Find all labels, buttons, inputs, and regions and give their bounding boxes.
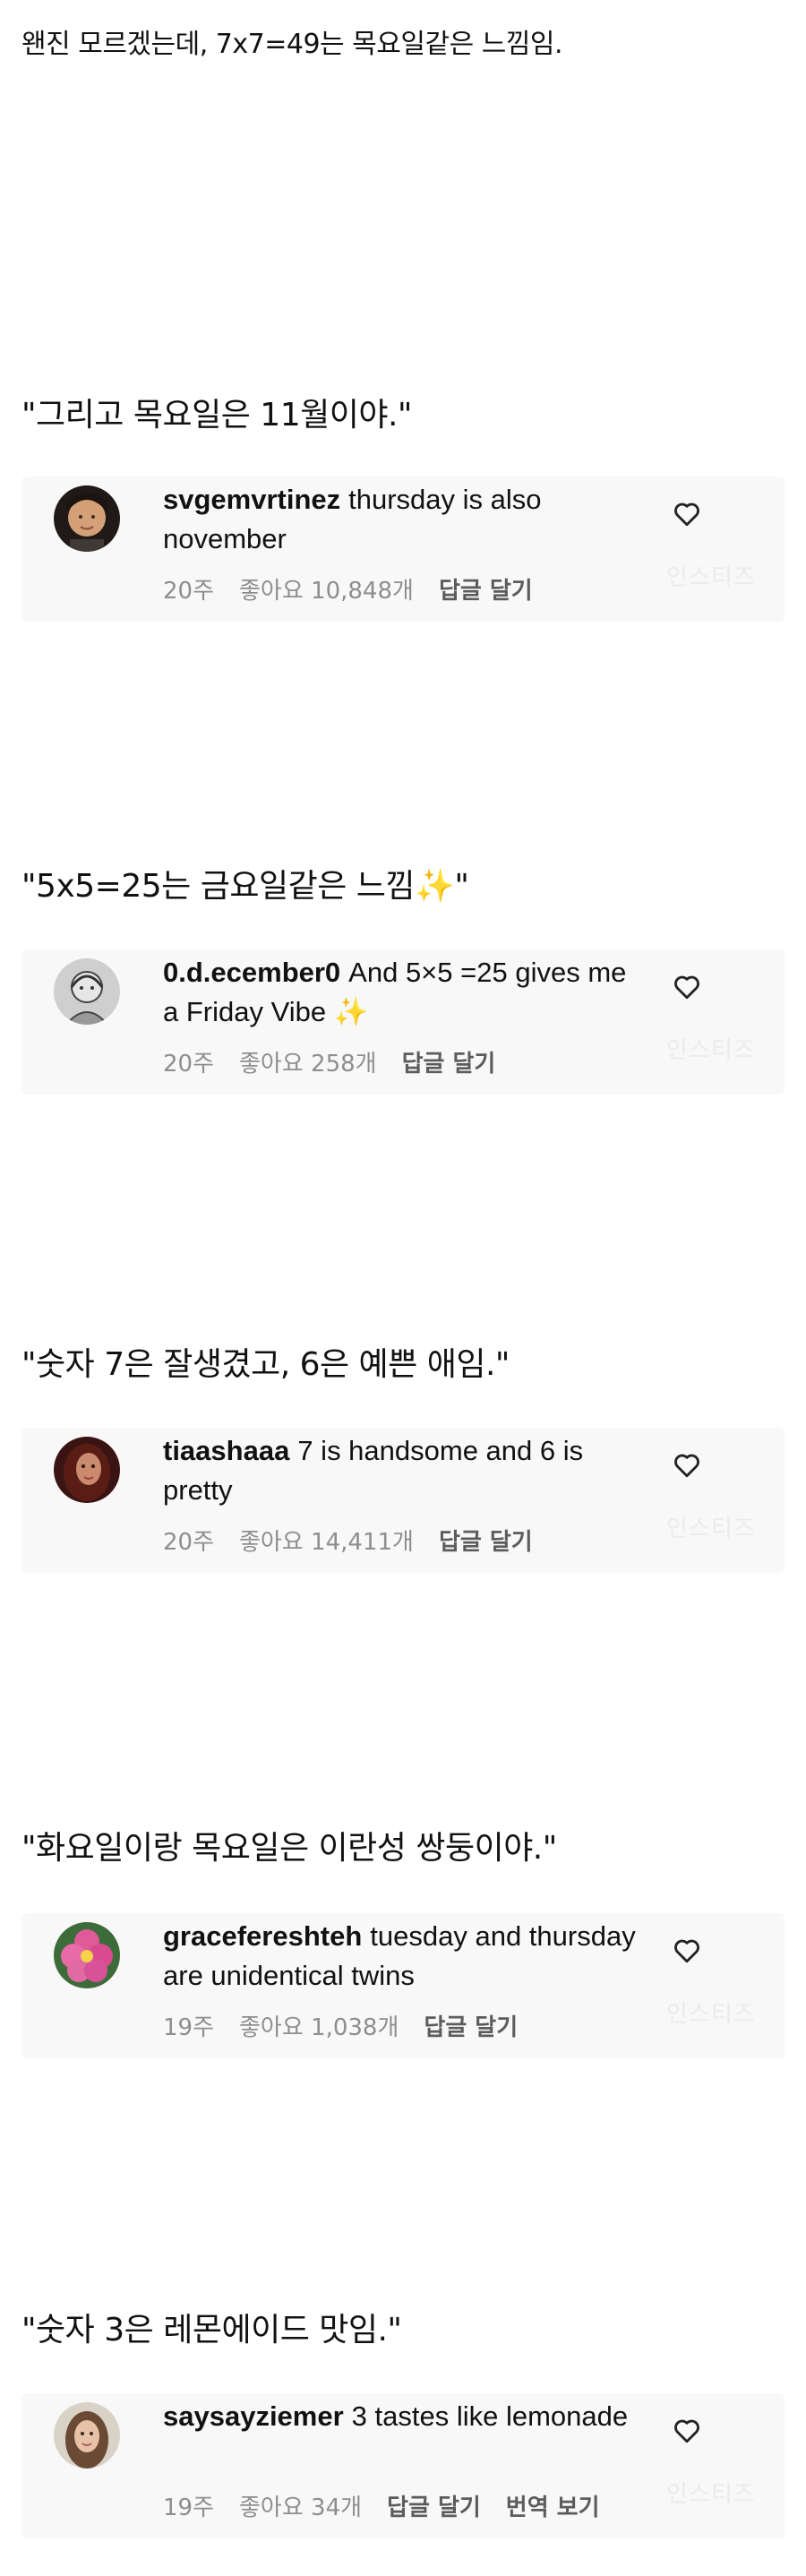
watermark: 인스티즈 <box>666 1516 756 1542</box>
comment-message: 3 tastes like lemonade <box>351 2400 629 2432</box>
heart-icon[interactable] <box>672 2415 702 2445</box>
watermark: 인스티즈 <box>666 2481 756 2508</box>
comment-body: graceferesh​teh tuesday and thursday are … <box>163 1917 647 1996</box>
avatar-sketch-icon[interactable] <box>54 958 120 1025</box>
reply-button[interactable]: 답글 달기 <box>387 2492 481 2524</box>
intro-text: 왠진 모르겠는데, 7x7=49는 목요일같은 느낌임. <box>21 29 563 60</box>
comment-meta: 20주 좋아요 14,411개 답글 달기 <box>163 1526 558 1558</box>
comment-likes[interactable]: 좋아요 1,038개 <box>239 2012 399 2044</box>
comment-username[interactable]: svgemvrtinez <box>163 484 340 515</box>
reply-button[interactable]: 답글 달기 <box>402 1048 496 1080</box>
comment-age: 20주 <box>163 578 215 605</box>
comment-age: 20주 <box>163 1051 215 1078</box>
comment-username[interactable]: graceferesh​teh <box>163 1920 362 1952</box>
comment-username[interactable]: saysayziemer <box>163 2400 344 2432</box>
avatar-selfie-icon[interactable] <box>54 2402 120 2469</box>
comment-meta: 20주 좋아요 258개 답글 달기 <box>163 1048 520 1080</box>
comment-age: 19주 <box>163 2014 215 2041</box>
comment-body: saysayziemer 3 tastes like lemonade <box>163 2397 647 2436</box>
quote-5: "숫자 3은 레몬에이드 맛임." <box>21 2312 402 2348</box>
avatar-flower-icon[interactable] <box>54 1922 120 1988</box>
comment-card-1: svgemvrtinez thursday is also november 20… <box>21 477 785 622</box>
reply-button[interactable]: 답글 달기 <box>439 1526 533 1558</box>
watermark: 인스티즈 <box>666 564 756 591</box>
quote-2: "5x5=25는 금요일같은 느낌✨" <box>21 868 469 905</box>
quote-1: "그리고 목요일은 11월이야." <box>21 397 412 434</box>
comment-meta: 20주 좋아요 10,848개 답글 달기 <box>163 575 558 607</box>
heart-icon[interactable] <box>672 1449 702 1480</box>
comment-card-5: saysayziemer 3 tastes like lemonade 19주 좋아… <box>21 2393 785 2538</box>
heart-icon[interactable] <box>672 498 702 528</box>
comment-likes[interactable]: 좋아요 14,411개 <box>239 1526 414 1558</box>
comment-likes[interactable]: 좋아요 258개 <box>239 1048 377 1080</box>
comment-body: tiaashaaa 7 is handsome and 6 is pretty <box>163 1431 647 1510</box>
comment-likes[interactable]: 좋아요 10,848개 <box>239 575 414 607</box>
comment-card-4: graceferesh​teh tuesday and thursday are … <box>21 1913 785 2058</box>
heart-icon[interactable] <box>672 1935 702 1965</box>
translate-button[interactable]: 번역 보기 <box>506 2492 600 2524</box>
comment-body: svgemvrtinez thursday is also november <box>163 480 647 559</box>
quote-3: "숫자 7은 잘생겼고, 6은 예쁜 애임." <box>21 1346 510 1383</box>
reply-button[interactable]: 답글 달기 <box>439 575 533 607</box>
comment-username[interactable]: 0.d.ecember0 <box>163 957 340 988</box>
comment-meta: 19주 좋아요 1,038개 답글 달기 <box>163 2012 543 2044</box>
comment-card-2: 0.d.ecember0 And 5×5 =25 gives me a Frida… <box>21 949 785 1095</box>
watermark: 인스티즈 <box>666 1037 756 1064</box>
comment-body: 0.d.ecember0 And 5×5 =25 gives me a Frida… <box>163 953 647 1032</box>
watermark: 인스티즈 <box>666 2001 756 2028</box>
heart-icon[interactable] <box>672 971 702 1001</box>
reply-button[interactable]: 답글 달기 <box>424 2012 518 2044</box>
quote-4: "화요일이랑 목요일은 이란성 쌍둥이야." <box>21 1830 557 1867</box>
comment-age: 20주 <box>163 1529 215 1556</box>
comment-age: 19주 <box>163 2494 215 2521</box>
comment-meta: 19주 좋아요 34개 답글 달기 번역 보기 <box>163 2492 625 2524</box>
avatar-portrait-icon[interactable] <box>54 1437 120 1503</box>
comment-likes[interactable]: 좋아요 34개 <box>239 2492 362 2524</box>
comment-username[interactable]: tiaashaaa <box>163 1435 289 1466</box>
avatar-woman-icon[interactable] <box>54 485 120 552</box>
comment-card-3: tiaashaaa 7 is handsome and 6 is pretty 2… <box>21 1428 785 1573</box>
